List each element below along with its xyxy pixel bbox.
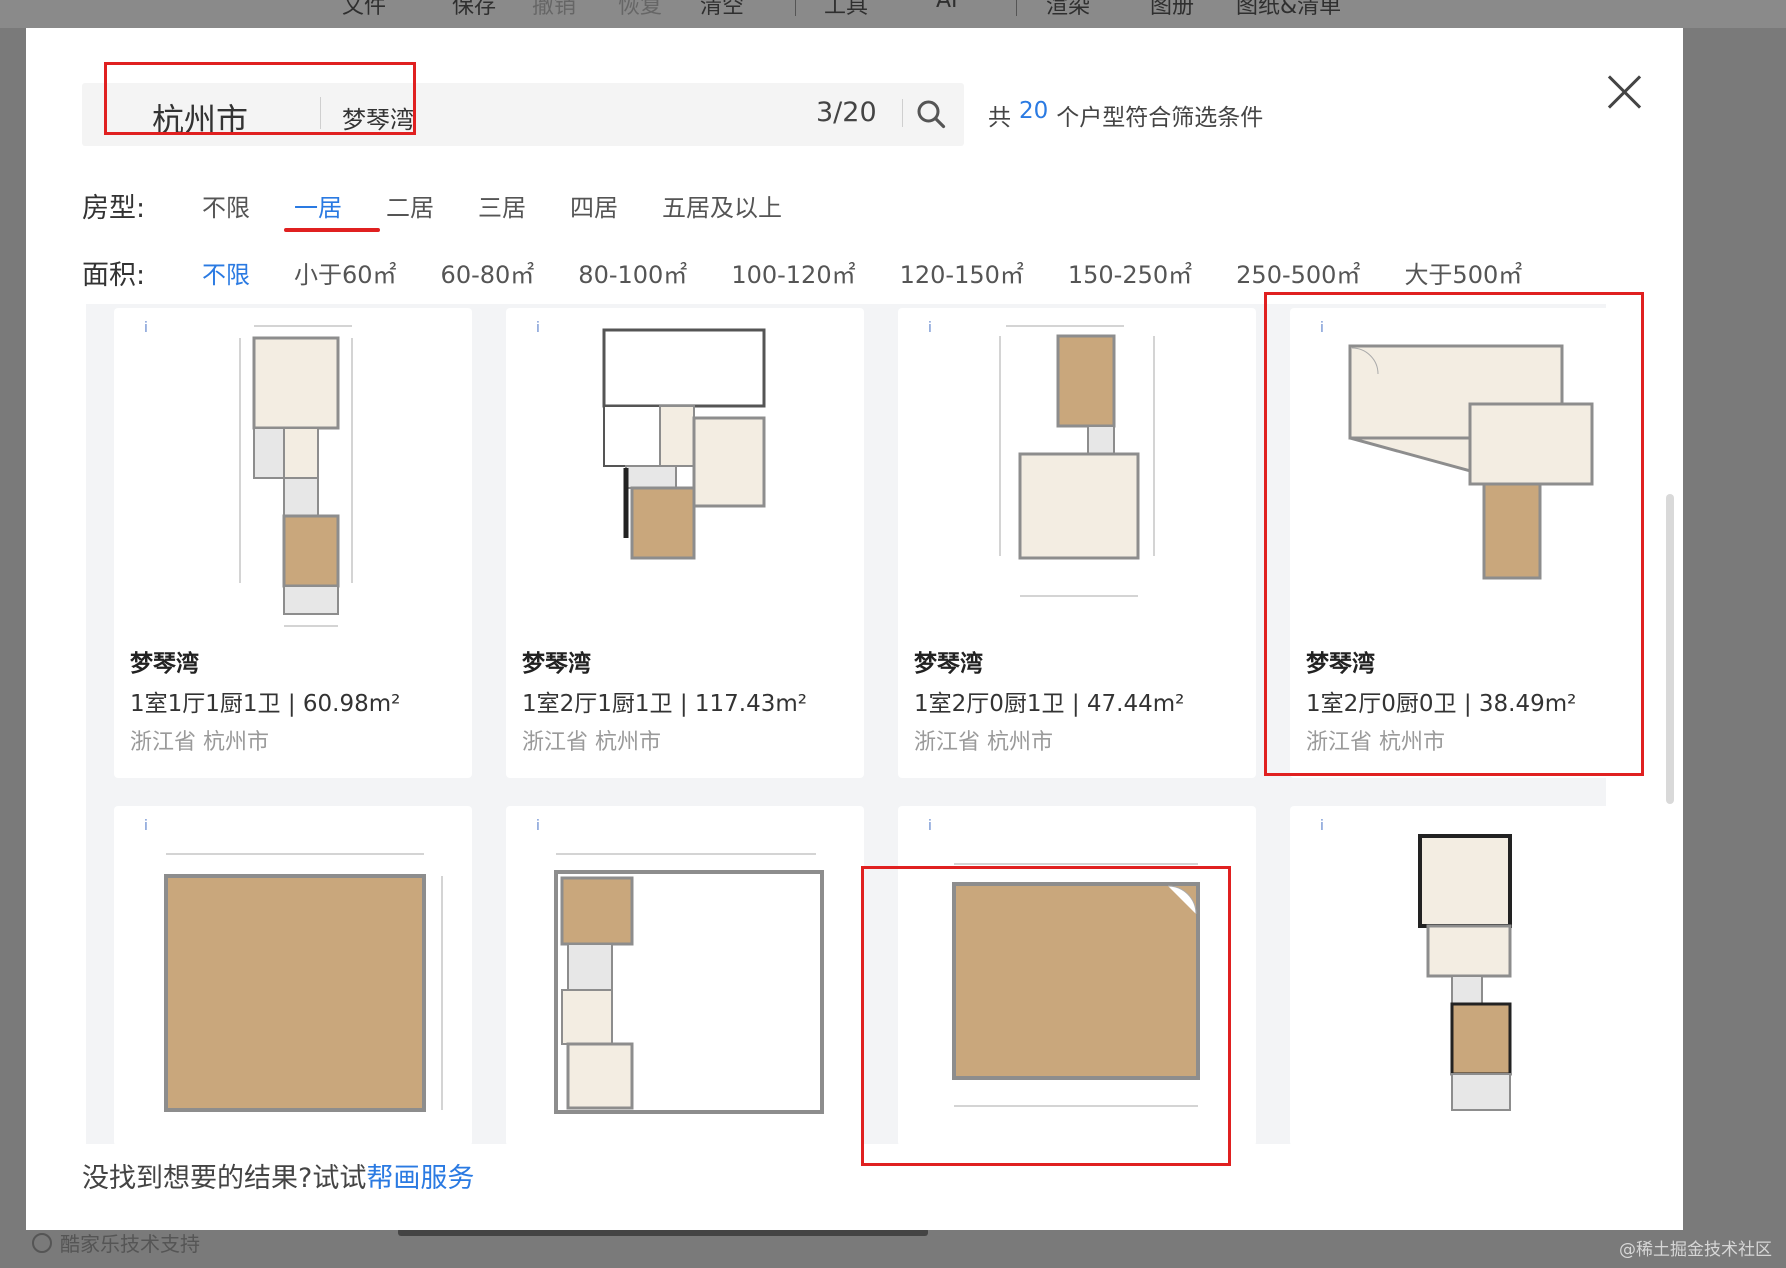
area-option[interactable]: 60-80㎡	[441, 255, 535, 290]
card-title: 梦琴湾	[914, 651, 983, 677]
floorplan-thumbnail	[602, 328, 766, 560]
background-toolbar: 文件 保存 撤销 恢复 清空 工具 AI 渲染 图册 图纸&清单	[0, 0, 1786, 28]
room-type-option[interactable]: 三居	[478, 188, 526, 223]
floorplan-thumbnail	[1348, 344, 1594, 580]
selected-underline	[284, 228, 380, 232]
area-option[interactable]: 小于60㎡	[294, 255, 397, 290]
footer-text: 没找到想要的结果?试试	[82, 1163, 367, 1194]
card-title: 梦琴湾	[130, 651, 199, 677]
support-text: 酷家乐技术支持	[60, 1232, 200, 1256]
watermark: @稀土掘金技术社区	[1619, 1240, 1772, 1260]
area-filter: 面积: 不限 小于60㎡ 60-80㎡ 80-100㎡ 100-120㎡ 120…	[82, 253, 1522, 292]
search-bar[interactable]: 杭州市 梦琴湾 3/20	[82, 83, 964, 146]
floorplan-thumbnail	[999, 325, 1155, 597]
search-divider	[902, 99, 903, 127]
bg-menu-album: 图册	[1150, 0, 1195, 19]
result-summary-prefix: 共	[988, 105, 1011, 131]
result-summary-count: 20	[1019, 98, 1049, 124]
bg-separator	[1016, 0, 1017, 16]
support-icon	[32, 1232, 52, 1253]
room-type-option-selected[interactable]: 一居	[294, 188, 342, 223]
search-divider	[320, 97, 321, 129]
result-counter: 3/20	[816, 97, 877, 128]
bg-menu-ai: AI	[936, 0, 958, 13]
bg-separator	[795, 0, 796, 16]
area-option[interactable]: 150-250㎡	[1068, 255, 1192, 290]
background-support: 酷家乐技术支持	[32, 1228, 200, 1257]
floorplan-card[interactable]: i 梦琴湾 1室2厅1厨1卫 | 117.43m² 浙江省 杭州市	[506, 308, 864, 778]
results-grid: i 梦琴湾 1室1厅1厨1卫 | 60.98m² 浙江省 杭州市 i 梦琴湾 1…	[86, 304, 1606, 1144]
area-option-selected[interactable]: 不限	[202, 255, 250, 290]
card-location: 浙江省 杭州市	[1306, 730, 1445, 755]
floorplan-card[interactable]: i 梦琴湾 1室2厅0厨0卫 | 38.49m² 浙江省 杭州市	[1290, 308, 1606, 778]
bg-menu-save: 保存	[452, 0, 497, 19]
floorplan-card[interactable]: i	[898, 806, 1256, 1144]
area-option[interactable]: 250-500㎡	[1236, 255, 1360, 290]
result-summary-suffix: 个户型符合筛选条件	[1056, 105, 1264, 131]
floorplan-thumbnail	[554, 853, 824, 1114]
room-type-option[interactable]: 二居	[386, 188, 434, 223]
search-icon[interactable]	[916, 99, 946, 129]
floorplan-thumbnail	[239, 325, 353, 627]
close-icon[interactable]	[1604, 72, 1644, 112]
result-summary: 共 20 个户型符合筛选条件	[988, 98, 1263, 132]
card-spec: 1室1厅1厨1卫 | 60.98m²	[130, 691, 401, 717]
bg-menu-tools: 工具	[824, 0, 869, 19]
card-location: 浙江省 杭州市	[914, 730, 1053, 755]
floorplan-search-modal: 杭州市 梦琴湾 3/20 共 20 个户型符合筛选条件 房型: 不限 一居 二居…	[26, 28, 1683, 1230]
card-spec: 1室2厅0厨1卫 | 47.44m²	[914, 691, 1185, 717]
bg-menu-drawings: 图纸&清单	[1236, 0, 1342, 19]
room-type-label: 房型:	[82, 193, 146, 224]
community-input[interactable]: 梦琴湾	[342, 100, 414, 135]
bg-menu-undo: 撤销	[532, 0, 577, 19]
floorplan-thumbnail	[952, 863, 1200, 1107]
card-spec: 1室2厅1厨1卫 | 117.43m²	[522, 691, 808, 717]
bg-menu-clear: 清空	[700, 0, 745, 19]
floorplan-card[interactable]: i	[1290, 806, 1606, 1144]
bg-menu-redo: 恢复	[618, 0, 663, 19]
area-option[interactable]: 100-120㎡	[731, 255, 855, 290]
floorplan-card[interactable]: i 梦琴湾 1室1厅1厨1卫 | 60.98m² 浙江省 杭州市	[114, 308, 472, 778]
area-option[interactable]: 80-100㎡	[578, 255, 687, 290]
floorplan-thumbnail	[1418, 834, 1512, 1111]
footer-hint: 没找到想要的结果?试试帮画服务	[82, 1156, 474, 1195]
card-spec: 1室2厅0厨0卫 | 38.49m²	[1306, 691, 1577, 717]
floorplan-thumbnail	[164, 853, 443, 1112]
area-option[interactable]: 大于500㎡	[1404, 255, 1522, 290]
results-scrollbar[interactable]	[1666, 494, 1674, 804]
card-location: 浙江省 杭州市	[130, 730, 269, 755]
city-selector[interactable]: 杭州市	[152, 95, 248, 141]
room-type-option[interactable]: 不限	[202, 188, 250, 223]
card-title: 梦琴湾	[522, 651, 591, 677]
room-type-option[interactable]: 四居	[570, 188, 618, 223]
area-label: 面积:	[82, 260, 146, 291]
drawing-service-link[interactable]: 帮画服务	[366, 1163, 474, 1194]
floorplan-card[interactable]: i 梦琴湾 1室2厅0厨1卫 | 47.44m² 浙江省 杭州市	[898, 308, 1256, 778]
floorplan-card[interactable]: i	[506, 806, 864, 1144]
bg-menu-file: 文件	[342, 0, 387, 19]
card-title: 梦琴湾	[1306, 651, 1375, 677]
room-type-option[interactable]: 五居及以上	[662, 188, 782, 223]
room-type-filter: 房型: 不限 一居 二居 三居 四居 五居及以上	[82, 186, 782, 225]
bg-menu-render: 渲染	[1046, 0, 1091, 19]
floorplan-card[interactable]: i	[114, 806, 472, 1144]
card-location: 浙江省 杭州市	[522, 730, 661, 755]
area-option[interactable]: 120-150㎡	[900, 255, 1024, 290]
